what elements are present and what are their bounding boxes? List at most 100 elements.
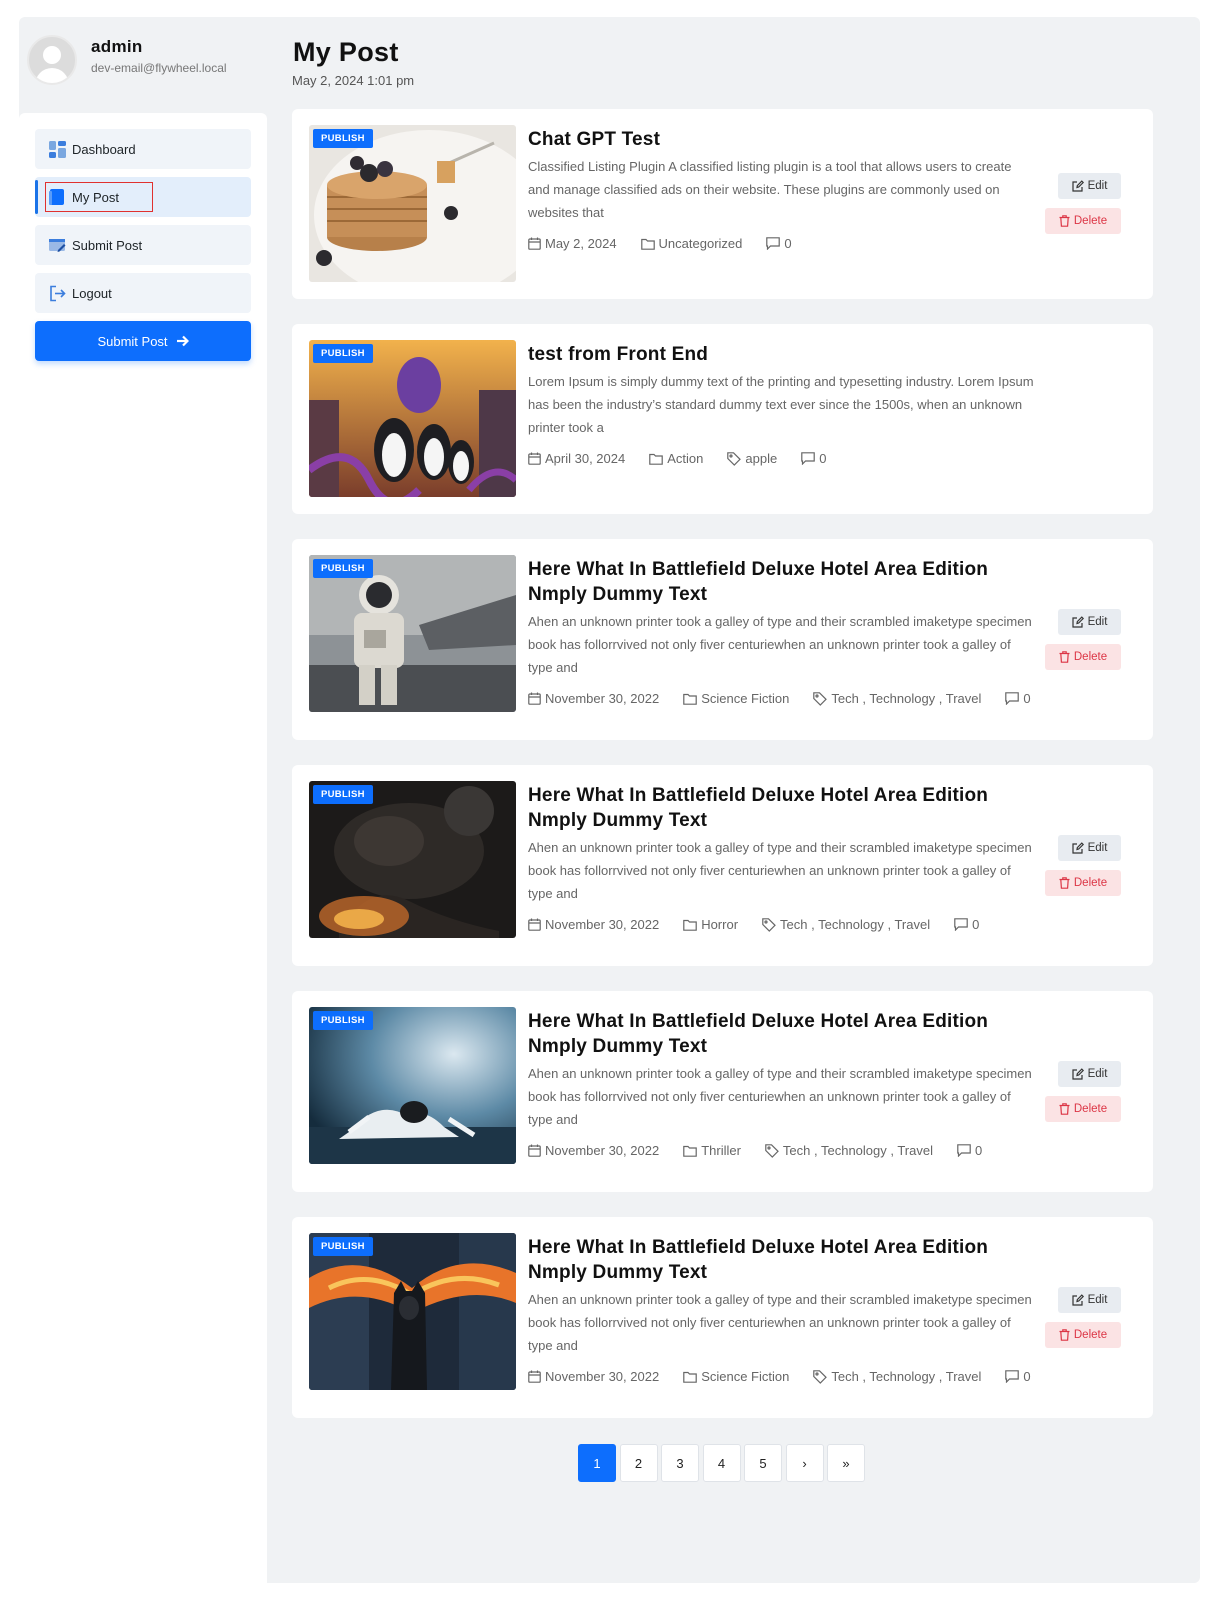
- post-meta: November 30, 2022 Science Fiction Tech ,…: [528, 691, 1036, 706]
- post-content: Here What In Battlefield Deluxe Hotel Ar…: [528, 557, 1036, 706]
- post-excerpt: Ahen an unknown printer took a galley of…: [528, 840, 1032, 901]
- post-tags[interactable]: Tech , Technology , Travel: [813, 1369, 981, 1384]
- pagination: 1 2 3 4 5 › »: [578, 1444, 869, 1482]
- post-category[interactable]: Action: [649, 451, 703, 466]
- sidebar-item-label: Dashboard: [72, 141, 136, 157]
- submit-post-icon: [49, 237, 66, 254]
- post-card: PUBLISH Here What In Battlefield Deluxe …: [292, 991, 1153, 1192]
- page-3-link[interactable]: 3: [661, 1444, 699, 1482]
- post-thumbnail[interactable]: PUBLISH: [309, 340, 516, 497]
- post-meta: November 30, 2022 Science Fiction Tech ,…: [528, 1369, 1036, 1384]
- tag-icon: [727, 451, 742, 466]
- selection-highlight: [45, 182, 153, 212]
- post-excerpt: Ahen an unknown printer took a galley of…: [528, 1292, 1032, 1353]
- arrow-right-icon: [176, 335, 189, 347]
- post-comments[interactable]: 0: [957, 1143, 982, 1158]
- submit-post-button-label: Submit Post: [97, 333, 168, 349]
- folder-icon: [683, 1371, 697, 1383]
- post-tags[interactable]: Tech , Technology , Travel: [762, 917, 930, 932]
- edit-icon: [1071, 1068, 1084, 1080]
- post-title[interactable]: Here What In Battlefield Deluxe Hotel Ar…: [528, 557, 1036, 607]
- delete-button[interactable]: Delete: [1045, 1096, 1121, 1122]
- post-excerpt: Lorem Ipsum is simply dummy text of the …: [528, 374, 1034, 435]
- post-comments[interactable]: 0: [954, 917, 979, 932]
- post-title[interactable]: Here What In Battlefield Deluxe Hotel Ar…: [528, 783, 1036, 833]
- edit-button[interactable]: Edit: [1058, 1287, 1121, 1313]
- sidebar-item-dashboard[interactable]: Dashboard: [35, 129, 251, 169]
- edit-button[interactable]: Edit: [1058, 1061, 1121, 1087]
- folder-icon: [649, 453, 664, 465]
- tag-icon: [762, 917, 776, 932]
- post-comments[interactable]: 0: [1005, 691, 1031, 706]
- page-4-link[interactable]: 4: [702, 1444, 741, 1482]
- next-page-link[interactable]: ›: [785, 1444, 824, 1482]
- post-comments[interactable]: 0: [766, 236, 792, 251]
- post-card: PUBLISH Here What In Battlefield Deluxe …: [292, 765, 1153, 966]
- post-tags[interactable]: apple: [727, 451, 777, 466]
- post-comments[interactable]: 0: [1005, 1369, 1031, 1384]
- delete-button[interactable]: Delete: [1045, 870, 1121, 896]
- sidebar-item-submit-post[interactable]: Submit Post: [35, 225, 251, 265]
- post-thumbnail[interactable]: PUBLISH: [309, 555, 516, 712]
- post-category[interactable]: Horror: [683, 917, 738, 932]
- page-5-link[interactable]: 5: [744, 1444, 782, 1482]
- edit-button[interactable]: Edit: [1058, 835, 1121, 861]
- post-thumbnail[interactable]: PUBLISH: [309, 1233, 516, 1390]
- post-actions: Edit Delete: [1045, 835, 1121, 896]
- post-title[interactable]: Chat GPT Test: [528, 127, 1036, 152]
- edit-button[interactable]: Edit: [1058, 173, 1121, 199]
- post-title[interactable]: test from Front End: [528, 342, 1036, 367]
- post-category[interactable]: Uncategorized: [640, 236, 742, 251]
- sidebar-item-my-post[interactable]: My Post: [35, 177, 251, 217]
- delete-button[interactable]: Delete: [1045, 1322, 1121, 1348]
- page-2-link[interactable]: 2: [619, 1444, 658, 1482]
- post-meta: May 2, 2024 Uncategorized 0: [528, 236, 1036, 251]
- post-title[interactable]: Here What In Battlefield Deluxe Hotel Ar…: [528, 1009, 1036, 1059]
- post-card: PUBLISH test from Front End Lorem Ipsum …: [292, 324, 1153, 514]
- trash-icon: [1059, 651, 1070, 663]
- calendar-icon: [528, 1144, 541, 1157]
- post-title[interactable]: Here What In Battlefield Deluxe Hotel Ar…: [528, 1235, 1036, 1285]
- comment-icon: [954, 918, 968, 931]
- comment-icon: [1005, 1370, 1020, 1383]
- post-meta: November 30, 2022 Thriller Tech , Techno…: [528, 1143, 1036, 1158]
- dashboard-icon: [49, 140, 66, 158]
- edit-icon: [1071, 180, 1084, 192]
- post-actions: Edit Delete: [1045, 1287, 1121, 1348]
- post-actions: Edit Delete: [1045, 609, 1121, 670]
- page-1-link[interactable]: 1: [578, 1444, 616, 1482]
- post-category[interactable]: Thriller: [683, 1143, 741, 1158]
- trash-icon: [1059, 877, 1070, 889]
- comment-icon: [1005, 692, 1020, 705]
- post-category[interactable]: Science Fiction: [683, 691, 789, 706]
- sidebar-item-logout[interactable]: Logout: [35, 273, 251, 313]
- post-thumbnail[interactable]: PUBLISH: [309, 1007, 516, 1164]
- calendar-icon: [528, 692, 541, 705]
- delete-button[interactable]: Delete: [1045, 644, 1121, 670]
- status-badge: PUBLISH: [313, 344, 373, 363]
- calendar-icon: [528, 918, 541, 931]
- calendar-icon: [528, 452, 541, 465]
- folder-icon: [683, 693, 697, 705]
- post-tags[interactable]: Tech , Technology , Travel: [765, 1143, 933, 1158]
- folder-icon: [640, 238, 655, 250]
- delete-button[interactable]: Delete: [1045, 208, 1121, 234]
- post-excerpt: Ahen an unknown printer took a galley of…: [528, 614, 1032, 675]
- post-comments[interactable]: 0: [801, 451, 826, 466]
- edit-button[interactable]: Edit: [1058, 609, 1121, 635]
- post-meta: April 30, 2024 Action apple 0: [528, 451, 1036, 466]
- last-page-link[interactable]: »: [827, 1444, 865, 1482]
- post-excerpt: Ahen an unknown printer took a galley of…: [528, 1066, 1032, 1127]
- post-excerpt: Classified Listing Plugin A classified l…: [528, 159, 1012, 220]
- post-tags[interactable]: Tech , Technology , Travel: [813, 691, 981, 706]
- post-date: April 30, 2024: [528, 451, 625, 466]
- submit-post-button[interactable]: Submit Post: [35, 321, 251, 361]
- status-badge: PUBLISH: [313, 559, 373, 578]
- post-category[interactable]: Science Fiction: [683, 1369, 789, 1384]
- post-thumbnail[interactable]: PUBLISH: [309, 125, 516, 282]
- post-thumbnail[interactable]: PUBLISH: [309, 781, 516, 938]
- tag-icon: [813, 691, 828, 706]
- post-actions: Edit Delete: [1045, 173, 1121, 234]
- post-card: PUBLISH Here What In Battlefield Deluxe …: [292, 539, 1153, 740]
- trash-icon: [1059, 1329, 1070, 1341]
